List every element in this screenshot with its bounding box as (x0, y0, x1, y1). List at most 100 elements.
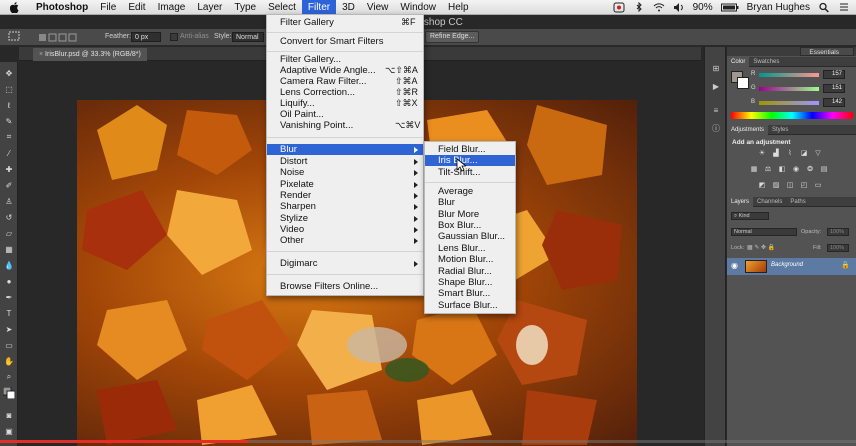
blue-value-input[interactable]: 142 (823, 98, 845, 107)
submenu-item-radial-blur[interactable]: Radial Blur... (425, 266, 515, 277)
clone-stamp-icon[interactable]: ♙ (3, 196, 15, 206)
bluetooth-icon[interactable] (633, 1, 645, 13)
menu-help[interactable]: Help (442, 0, 475, 15)
user-name[interactable]: Bryan Hughes (747, 2, 810, 13)
menu-select[interactable]: Select (262, 0, 302, 15)
menu-item-noise[interactable]: Noise (267, 167, 423, 178)
menu-item-oil-paint[interactable]: Oil Paint... (267, 109, 423, 120)
menu-view[interactable]: View (361, 0, 395, 15)
pen-tool-icon[interactable]: ✒ (3, 292, 15, 302)
menu-item-pixelate[interactable]: Pixelate (267, 179, 423, 190)
fill-input[interactable]: 100% (827, 244, 849, 252)
refine-edge-button[interactable]: Refine Edge... (425, 31, 480, 43)
menu-app-photoshop[interactable]: Photoshop (30, 0, 94, 15)
menu-layer[interactable]: Layer (191, 0, 228, 15)
info-panel-icon[interactable]: ⓘ (710, 123, 722, 133)
hue-saturation-icon[interactable]: ▦ (749, 165, 759, 173)
menu-item-filter-gallery-last[interactable]: Filter Gallery ⌘F (267, 17, 423, 28)
type-tool-icon[interactable]: T (3, 308, 15, 318)
tab-swatches[interactable]: Swatches (749, 57, 783, 67)
eyedropper-icon[interactable]: ⁄ (3, 148, 15, 158)
menu-type[interactable]: Type (228, 0, 262, 15)
record-icon[interactable] (613, 2, 625, 13)
menu-image[interactable]: Image (152, 0, 192, 15)
move-tool-icon[interactable]: ✥ (3, 68, 15, 78)
eraser-icon[interactable]: ▱ (3, 228, 15, 238)
green-track[interactable] (759, 87, 819, 91)
tab-adjustments[interactable]: Adjustments (727, 125, 769, 135)
lasso-tool-icon[interactable]: ℓ (3, 100, 15, 110)
notification-center-icon[interactable] (838, 2, 850, 13)
history-panel-icon[interactable]: ⊞ (710, 63, 722, 73)
submenu-item-iris-blur[interactable]: Iris Blur... (425, 155, 515, 166)
feather-input[interactable]: 0 px (131, 32, 161, 42)
red-track[interactable] (759, 73, 819, 77)
crop-tool-icon[interactable]: ⌗ (3, 132, 15, 142)
menu-window[interactable]: Window (394, 0, 442, 15)
wifi-icon[interactable] (653, 2, 665, 13)
workspace-switcher[interactable]: Essentials (800, 47, 854, 56)
menu-item-browse-filters-online[interactable]: Browse Filters Online... (267, 281, 423, 292)
menu-item-render[interactable]: Render (267, 190, 423, 201)
submenu-item-tilt-shift[interactable]: Tilt-Shift... (425, 167, 515, 178)
rectangular-marquee-icon[interactable]: ⬚ (3, 84, 15, 94)
layer-filter-kind-select[interactable]: ⌕ Kind (731, 212, 769, 220)
visibility-eye-icon[interactable]: ◉ (731, 261, 738, 270)
vibrance-icon[interactable]: ▽ (813, 149, 823, 157)
layer-row-background[interactable]: ◉ Background 🔒 (727, 258, 856, 275)
submenu-item-motion-blur[interactable]: Motion Blur... (425, 254, 515, 265)
volume-icon[interactable] (673, 2, 685, 13)
menu-item-distort[interactable]: Distort (267, 156, 423, 167)
menu-item-convert-smart-filters[interactable]: Convert for Smart Filters (267, 36, 423, 47)
blur-tool-icon[interactable]: 💧 (3, 260, 15, 270)
green-value-input[interactable]: 151 (823, 84, 845, 93)
background-color-swatch[interactable] (737, 77, 749, 89)
blue-track[interactable] (759, 101, 819, 105)
green-slider[interactable]: G 151 (751, 84, 851, 93)
submenu-item-field-blur[interactable]: Field Blur... (425, 144, 515, 155)
hand-tool-icon[interactable]: ✋ (3, 356, 15, 366)
tab-color[interactable]: Color (727, 57, 750, 67)
tab-layers[interactable]: Layers (727, 197, 754, 207)
menu-item-vanishing-point[interactable]: Vanishing Point... ⌥⌘V (267, 120, 423, 131)
battery-icon[interactable] (720, 2, 739, 13)
submenu-item-average[interactable]: Average (425, 186, 515, 197)
healing-brush-icon[interactable]: ✚ (3, 164, 15, 174)
menu-item-stylize[interactable]: Stylize (267, 213, 423, 224)
posterize-icon[interactable]: ▨ (771, 181, 781, 189)
menu-item-lens-correction[interactable]: Lens Correction... ⇧⌘R (267, 87, 423, 98)
opacity-input[interactable]: 100% (827, 228, 849, 236)
blend-mode-select[interactable]: Normal (731, 228, 797, 236)
blue-slider[interactable]: B 142 (751, 98, 851, 107)
antialias-checkbox[interactable] (170, 33, 178, 43)
menu-item-digimarc[interactable]: Digimarc (267, 258, 423, 269)
gradient-map-icon[interactable]: ▭ (813, 181, 823, 189)
submenu-item-surface-blur[interactable]: Surface Blur... (425, 300, 515, 311)
menu-item-camera-raw-filter[interactable]: Camera Raw Filter... ⇧⌘A (267, 76, 423, 87)
exposure-icon[interactable]: ◪ (799, 149, 809, 157)
close-tab-icon[interactable]: × (39, 51, 43, 58)
submenu-item-blur[interactable]: Blur (425, 197, 515, 208)
photo-filter-icon[interactable]: ◉ (791, 165, 801, 173)
spotlight-icon[interactable] (818, 2, 830, 13)
path-selection-icon[interactable]: ➤ (3, 324, 15, 334)
brightness-contrast-icon[interactable]: ☀ (757, 149, 767, 157)
submenu-item-box-blur[interactable]: Box Blur... (425, 220, 515, 231)
marquee-tool-icon[interactable] (8, 31, 20, 43)
video-progress-bar[interactable] (0, 440, 856, 443)
menu-file[interactable]: File (94, 0, 122, 15)
menu-edit[interactable]: Edit (122, 0, 151, 15)
channel-mixer-icon[interactable]: ❂ (805, 165, 815, 173)
zoom-tool-icon[interactable]: ⌕ (3, 372, 15, 382)
black-white-icon[interactable]: ◧ (777, 165, 787, 173)
selection-mode-icons[interactable] (38, 33, 78, 44)
tab-paths[interactable]: Paths (786, 197, 809, 207)
color-balance-icon[interactable]: ⚖ (763, 165, 773, 173)
color-lookup-icon[interactable]: ▤ (819, 165, 829, 173)
shape-tool-icon[interactable]: ▭ (3, 340, 15, 350)
menu-item-other[interactable]: Other (267, 235, 423, 246)
history-brush-icon[interactable]: ↺ (3, 212, 15, 222)
actions-panel-icon[interactable]: ▶ (710, 81, 722, 91)
menu-item-filter-gallery[interactable]: Filter Gallery... (267, 54, 423, 65)
menu-item-sharpen[interactable]: Sharpen (267, 201, 423, 212)
